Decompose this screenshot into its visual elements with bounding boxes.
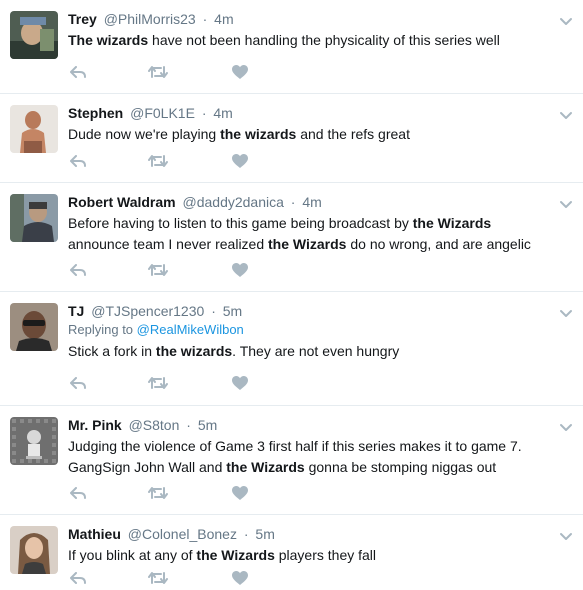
separator: · <box>186 417 191 433</box>
tweet-header: Robert Waldram @daddy2danica · 4m <box>68 193 555 211</box>
reply-icon[interactable] <box>68 152 88 170</box>
reply-icon[interactable] <box>68 484 88 502</box>
replying-to-handle[interactable]: @RealMikeWilbon <box>137 322 244 337</box>
tweet-text-segment: Dude now we're playing <box>68 126 221 142</box>
avatar[interactable] <box>10 417 58 465</box>
tweet-text-segment: and the refs great <box>296 126 410 142</box>
tweet-text-segment: the wizards <box>220 126 297 142</box>
retweet-icon[interactable] <box>148 261 168 279</box>
heart-icon[interactable] <box>230 63 250 81</box>
author-handle[interactable]: @Colonel_Bonez <box>128 526 237 542</box>
heart-icon[interactable] <box>230 484 250 502</box>
tweet-text-segment: have not been handling the physicality o… <box>148 32 500 48</box>
retweet-icon[interactable] <box>148 63 168 81</box>
tweet-text: Stick a fork in the wizards. They are no… <box>68 341 555 362</box>
author-handle[interactable]: @F0LK1E <box>130 105 195 121</box>
author-name[interactable]: Trey <box>68 11 97 27</box>
heart-icon[interactable] <box>230 569 250 587</box>
tweet-text-segment: the Wizards <box>196 547 275 563</box>
retweet-icon[interactable] <box>148 152 168 170</box>
tweet-header: TJ @TJSpencer1230 · 5m <box>68 302 555 320</box>
tweet-text: Dude now we're playing the wizards and t… <box>68 124 555 145</box>
reply-icon[interactable] <box>68 569 88 587</box>
tweet-text-segment: The wizards <box>68 32 149 48</box>
avatar[interactable] <box>10 303 58 351</box>
reply-icon[interactable] <box>68 374 88 392</box>
chevron-down-icon[interactable] <box>559 197 573 208</box>
timestamp[interactable]: 5m <box>255 526 274 542</box>
separator: · <box>201 105 207 121</box>
chevron-down-icon[interactable] <box>559 420 573 431</box>
author-name[interactable]: Mathieu <box>68 526 121 542</box>
avatar[interactable] <box>10 526 58 574</box>
tweet-header: Trey @PhilMorris23 · 4m <box>68 10 555 28</box>
tweet-text: Before having to listen to this game bei… <box>68 213 555 255</box>
tweet-text-segment: . They are not even hungry <box>232 343 400 359</box>
tweet-header: Mr. Pink @S8ton · 5m <box>68 416 555 434</box>
tweet-text-segment: players they fall <box>274 547 377 563</box>
chevron-down-icon[interactable] <box>559 14 573 25</box>
heart-icon[interactable] <box>230 152 250 170</box>
tweet-text-segment: gonna be stomping niggas out <box>304 459 497 475</box>
author-name[interactable]: Robert Waldram <box>68 194 176 210</box>
tweet-feed: Trey @PhilMorris23 · 4m The wizards have… <box>0 0 583 590</box>
tweet-text-segment: Stick a fork in <box>68 343 156 359</box>
chevron-down-icon[interactable] <box>559 108 573 119</box>
tweet-text-segment: announce team I never realized <box>68 236 269 252</box>
author-handle[interactable]: @S8ton <box>129 417 180 433</box>
author-name[interactable]: TJ <box>68 303 84 319</box>
timestamp[interactable]: 4m <box>214 11 233 27</box>
tweet-text: If you blink at any of the Wizards playe… <box>68 545 555 566</box>
reply-icon[interactable] <box>68 261 88 279</box>
chevron-down-icon[interactable] <box>559 529 573 540</box>
tweet-text-segment: the Wizards <box>268 236 347 252</box>
timestamp[interactable]: 4m <box>302 194 321 210</box>
tweet-text: The wizards have not been handling the p… <box>68 30 555 51</box>
tweet-text-segment: the wizards <box>155 343 233 359</box>
retweet-icon[interactable] <box>148 569 168 587</box>
retweet-icon[interactable] <box>148 374 168 392</box>
tweet[interactable]: TJ @TJSpencer1230 · 5m Replying to @Real… <box>0 292 583 406</box>
author-name[interactable]: Stephen <box>68 105 123 121</box>
tweet-text-segment: the Wizards <box>412 215 492 231</box>
tweet-text-segment: Before having to listen to this game bei… <box>68 215 413 231</box>
timestamp[interactable]: 5m <box>223 303 242 319</box>
replying-to-label: Replying to <box>68 322 134 337</box>
avatar[interactable] <box>10 194 58 242</box>
heart-icon[interactable] <box>230 261 250 279</box>
tweet[interactable]: Trey @PhilMorris23 · 4m The wizards have… <box>0 0 583 94</box>
separator: · <box>243 526 249 542</box>
separator: · <box>202 11 208 27</box>
tweet-text: Judging the violence of Game 3 first hal… <box>68 436 555 478</box>
timestamp[interactable]: 5m <box>198 417 217 433</box>
author-handle[interactable]: @daddy2danica <box>183 194 284 210</box>
avatar[interactable] <box>10 11 58 59</box>
chevron-down-icon[interactable] <box>559 306 573 317</box>
tweet[interactable]: Robert Waldram @daddy2danica · 4m Before… <box>0 183 583 292</box>
reply-icon[interactable] <box>68 63 88 81</box>
separator: · <box>290 194 296 210</box>
author-name[interactable]: Mr. Pink <box>68 417 122 433</box>
heart-icon[interactable] <box>230 374 250 392</box>
separator: · <box>211 303 216 319</box>
tweet[interactable]: Stephen @F0LK1E · 4m Dude now we're play… <box>0 94 583 183</box>
author-handle[interactable]: @PhilMorris23 <box>104 11 196 27</box>
replying-to: Replying to @RealMikeWilbon <box>68 321 555 339</box>
tweet-text-segment: If you blink at any of <box>68 547 197 563</box>
tweet-header: Mathieu @Colonel_Bonez · 5m <box>68 525 555 543</box>
tweet-header: Stephen @F0LK1E · 4m <box>68 104 555 122</box>
tweet[interactable]: Mr. Pink @S8ton · 5m Judging the violenc… <box>0 406 583 515</box>
tweet-text-segment: do no wrong, and are angelic <box>346 236 531 252</box>
tweet-text-segment: the Wizards <box>226 459 305 475</box>
timestamp[interactable]: 4m <box>213 105 232 121</box>
tweet[interactable]: Mathieu @Colonel_Bonez · 5m If you blink… <box>0 515 583 590</box>
author-handle[interactable]: @TJSpencer1230 <box>91 303 204 319</box>
retweet-icon[interactable] <box>148 484 168 502</box>
avatar[interactable] <box>10 105 58 153</box>
